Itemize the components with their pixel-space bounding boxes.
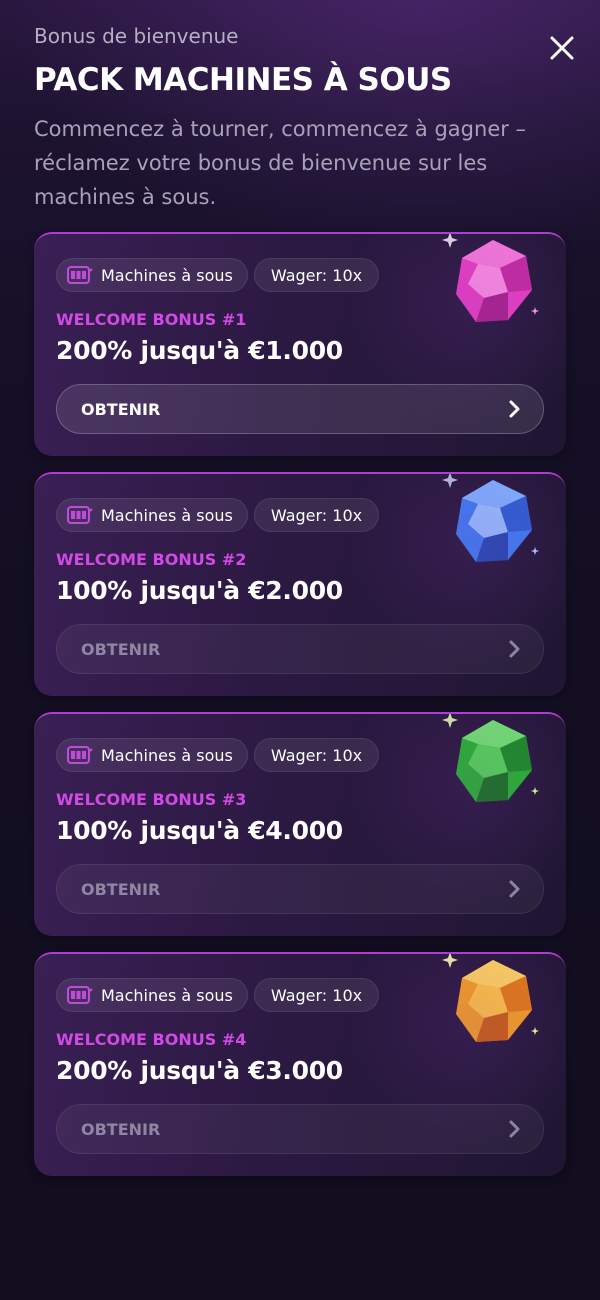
- obtain-button-4[interactable]: OBTENIR: [56, 1104, 544, 1154]
- modal-subtitle: Bonus de bienvenue: [34, 24, 239, 48]
- slot-machine-icon: [67, 746, 93, 764]
- blue-gem-icon: [442, 474, 539, 562]
- category-label: Machines à sous: [101, 505, 233, 525]
- bonus-amount: 200% jusqu'à €3.000: [56, 1056, 343, 1085]
- bonus-card-3: Machines à sous Wager: 10x WELCOME BONUS…: [34, 712, 566, 936]
- slot-machine-icon: [67, 266, 93, 284]
- wager-badge: Wager: 10x: [253, 498, 380, 532]
- modal-title: PACK MACHINES À SOUS: [34, 62, 452, 98]
- chevron-right-icon: [509, 880, 520, 898]
- bonus-label: WELCOME BONUS #1: [56, 310, 247, 329]
- green-gem-icon: [442, 714, 539, 802]
- obtain-button-3[interactable]: OBTENIR: [56, 864, 544, 914]
- obtain-button-label: OBTENIR: [81, 639, 161, 659]
- bonus-amount: 200% jusqu'à €1.000: [56, 336, 343, 365]
- wager-badge: Wager: 10x: [253, 978, 380, 1012]
- bonus-label: WELCOME BONUS #4: [56, 1030, 247, 1049]
- category-badge: Machines à sous: [56, 738, 248, 772]
- slot-machine-icon: [67, 506, 93, 524]
- chevron-right-icon: [509, 1120, 520, 1138]
- wager-badge: Wager: 10x: [253, 258, 380, 292]
- category-label: Machines à sous: [101, 745, 233, 765]
- bonus-card-4: Machines à sous Wager: 10x WELCOME BONUS…: [34, 952, 566, 1176]
- obtain-button-1[interactable]: OBTENIR: [56, 384, 544, 434]
- orange-gem-icon: [442, 954, 539, 1042]
- obtain-button-label: OBTENIR: [81, 399, 161, 419]
- slot-machine-icon: [67, 986, 93, 1004]
- bonus-label: WELCOME BONUS #2: [56, 550, 247, 569]
- chevron-right-icon: [509, 640, 520, 658]
- close-icon[interactable]: [546, 32, 578, 64]
- category-badge: Machines à sous: [56, 978, 248, 1012]
- bonus-card-1: Machines à sous Wager: 10x WELCOME BONUS…: [34, 232, 566, 456]
- wager-badge: Wager: 10x: [253, 738, 380, 772]
- obtain-button-2[interactable]: OBTENIR: [56, 624, 544, 674]
- category-label: Machines à sous: [101, 985, 233, 1005]
- pink-gem-icon: [442, 234, 539, 322]
- bonus-label: WELCOME BONUS #3: [56, 790, 247, 809]
- category-label: Machines à sous: [101, 265, 233, 285]
- bonus-card-2: Machines à sous Wager: 10x WELCOME BONUS…: [34, 472, 566, 696]
- obtain-button-label: OBTENIR: [81, 879, 161, 899]
- chevron-right-icon: [509, 400, 520, 418]
- category-badge: Machines à sous: [56, 498, 248, 532]
- obtain-button-label: OBTENIR: [81, 1119, 161, 1139]
- bonus-amount: 100% jusqu'à €2.000: [56, 576, 343, 605]
- bonus-amount: 100% jusqu'à €4.000: [56, 816, 343, 845]
- category-badge: Machines à sous: [56, 258, 248, 292]
- modal-description: Commencez à tourner, commencez à gagner …: [34, 117, 527, 209]
